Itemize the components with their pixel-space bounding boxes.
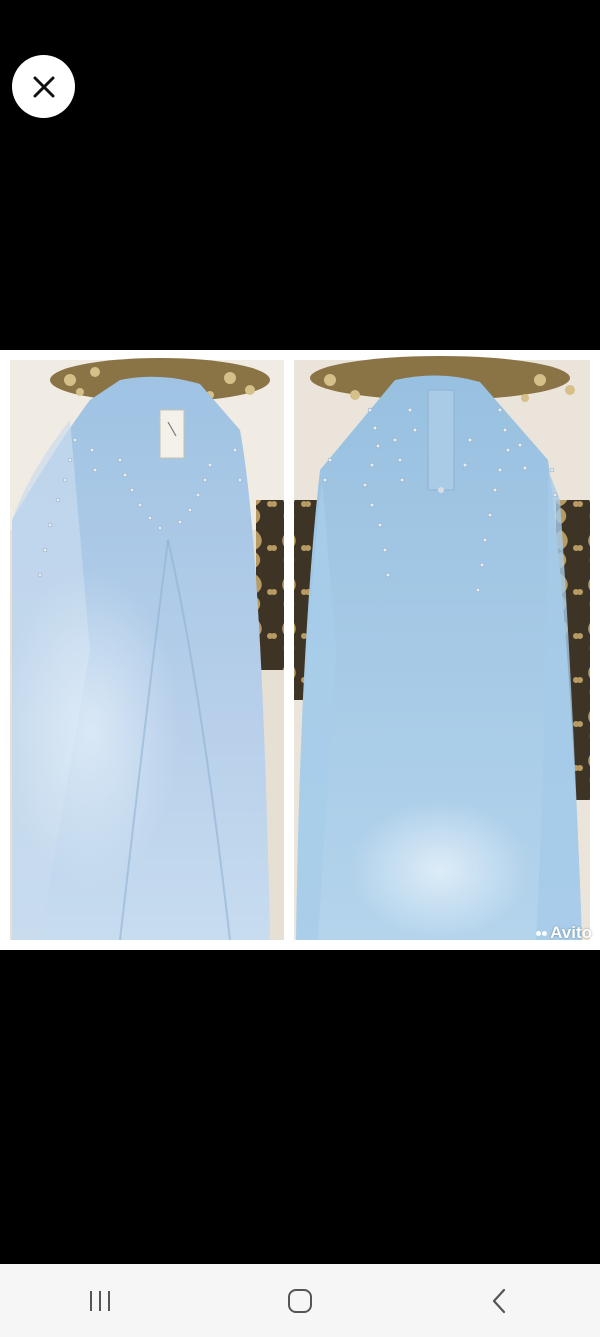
watermark-text: Avito [550,923,592,942]
recents-icon [90,1290,110,1311]
home-icon [288,1288,312,1313]
dress-photo-left [0,358,284,941]
system-navigation-bar [0,1264,600,1337]
close-icon [33,76,54,97]
avito-watermark: Avito [536,923,592,943]
avito-logo-icon [536,930,548,936]
home-button[interactable] [260,1271,340,1331]
close-button[interactable] [12,55,75,118]
recents-button[interactable] [60,1271,140,1331]
back-icon [492,1288,506,1313]
back-button[interactable] [460,1271,540,1331]
dress-photo-collage: Avito [0,350,600,950]
dress-photo-right [294,356,590,940]
